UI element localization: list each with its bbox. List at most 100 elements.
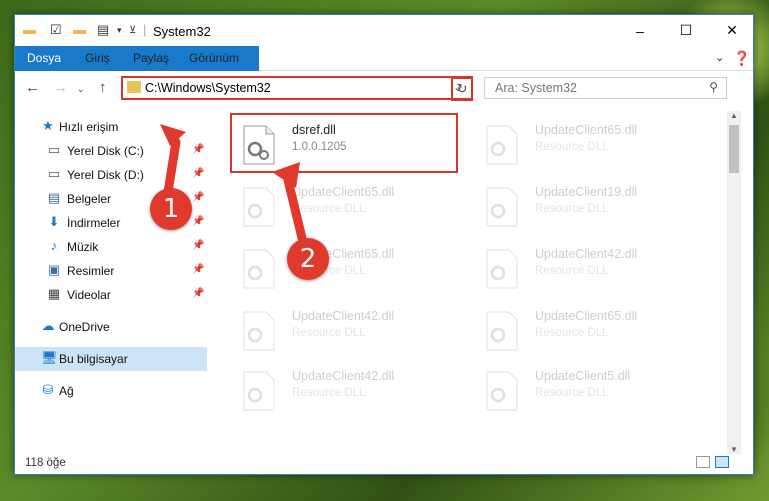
file-list: dsref.dll 1.0.0.1205 UpdateClient65.dll … [220,111,725,446]
title-separator: | [143,22,147,37]
sidebar-item-label: Resimler [67,264,115,278]
item-count: 118 öğe [25,457,66,469]
status-bar: 118 öğe [15,452,753,474]
sidebar-item-label: Belgeler [67,192,112,206]
music-icon: ♪ [50,238,58,253]
file-desc: Resource DLL [535,141,609,153]
sidebar-item-pictures[interactable]: ▣ Resimler 📌 [15,259,207,283]
search-input[interactable]: Ara: System32 ⚲ [484,77,727,99]
new-folder-icon[interactable]: ▬ [73,22,86,37]
sidebar-item-label: Bu bilgisayar [59,352,128,366]
pin-icon[interactable]: 📌 [192,288,204,299]
file-item[interactable]: UpdateClient42.dll Resource DLL [232,303,452,359]
pin-icon[interactable]: 📌 [192,192,204,203]
dll-file-icon [486,125,518,165]
large-icons-view-icon[interactable] [715,456,729,468]
step-badge-2: 2 [287,238,329,280]
highlight-box [230,113,458,173]
sidebar-item-label: Videolar [67,288,111,302]
search-icon[interactable]: ⚲ [709,80,718,94]
sidebar-item-disk-c[interactable]: ▭ Yerel Disk (C:) 📌 [15,139,207,163]
dll-file-icon [243,249,275,289]
refresh-icon[interactable]: ↻ [451,77,473,101]
pin-icon[interactable]: 📌 [192,240,204,251]
details-view-icon[interactable] [696,456,710,468]
address-path[interactable]: C:\Windows\System32 [145,81,271,95]
file-name: UpdateClient42.dll [292,309,395,323]
up-arrow-icon[interactable]: ↑ [99,79,107,96]
ribbon: Dosya Giriş Paylaş Görünüm ⌄ ❓ [15,46,756,102]
sidebar-item-this-pc[interactable]: 🖥 Bu bilgisayar [15,347,207,371]
file-item[interactable]: UpdateClient42.dll Resource DLL [475,241,695,297]
file-item[interactable]: UpdateClient42.dll Resource DLL [232,363,452,419]
dll-file-icon [486,187,518,227]
dll-file-icon [486,311,518,351]
close-button[interactable]: ✕ [709,15,755,46]
vertical-scrollbar[interactable]: ▲ ▼ [727,111,741,454]
step-badge-1: 1 [150,188,192,230]
dll-file-icon [486,249,518,289]
cloud-icon: ☁ [41,318,55,333]
navigation-bar: ← → ⌄ ↑ C:\Windows\System32 ⌄ ↻ Ara: Sys… [15,71,753,107]
dll-file-icon [243,311,275,351]
address-bar[interactable]: C:\Windows\System32 ⌄ [121,76,473,100]
pin-icon[interactable]: 📌 [192,168,204,179]
file-name: UpdateClient42.dll [535,247,638,261]
sidebar-item-label: Yerel Disk (D:) [67,168,144,182]
file-desc: Resource DLL [535,387,609,399]
computer-icon: 🖥 [41,350,58,365]
sidebar-item-onedrive[interactable]: ☁ OneDrive [15,315,207,339]
tab-home[interactable]: Giriş [79,46,116,70]
file-item[interactable]: UpdateClient19.dll Resource DLL [475,179,695,235]
navigation-pane: ★ Hızlı erişim ▭ Yerel Disk (C:) 📌 ▭ Yer… [15,111,207,446]
properties-icon[interactable]: ☑ [50,22,62,38]
back-arrow-icon[interactable]: ← [25,79,40,96]
file-item[interactable]: UpdateClient65.dll Resource DLL [232,241,452,297]
sidebar-item-disk-d[interactable]: ▭ Yerel Disk (D:) 📌 [15,163,207,187]
dll-file-icon [243,371,275,411]
sidebar-item-music[interactable]: ♪ Müzik 📌 [15,235,207,259]
tab-share[interactable]: Paylaş [127,46,175,70]
file-item[interactable]: UpdateClient5.dll Resource DLL [475,363,695,419]
file-desc: Resource DLL [292,387,366,399]
folder-icon [127,81,141,93]
recent-locations-icon[interactable]: ⌄ [77,84,85,95]
file-item[interactable]: UpdateClient65.dll Resource DLL [475,117,695,173]
pin-icon[interactable]: 📌 [192,144,204,155]
star-icon: ★ [42,118,54,133]
tab-view[interactable]: Görünüm [183,46,245,70]
video-icon: ▦ [47,286,61,301]
scroll-up-icon[interactable]: ▲ [730,111,738,120]
pin-icon[interactable]: 📌 [192,216,204,227]
pin-icon[interactable]: 📌 [192,264,204,275]
file-item[interactable]: UpdateClient65.dll Resource DLL [232,179,452,235]
help-icon[interactable]: ❓ [727,46,756,70]
file-name: UpdateClient65.dll [292,185,395,199]
scroll-thumb[interactable] [729,125,739,173]
sidebar-item-label: OneDrive [59,320,110,334]
file-name: UpdateClient65.dll [535,309,638,323]
folder-icon: ▬ [23,22,36,37]
dll-file-icon [486,371,518,411]
file-name: UpdateClient42.dll [292,369,395,383]
customize-toolbar-icon[interactable]: ⊻ [129,25,136,36]
chevron-down-icon[interactable]: ▾ [117,25,122,36]
window-title: System32 [153,24,211,39]
file-desc: Resource DLL [292,203,366,215]
sidebar-item-label: Yerel Disk (C:) [67,144,144,158]
minimize-button[interactable]: – [617,15,663,46]
file-desc: Resource DLL [535,265,609,277]
sidebar-item-label: İndirmeler [67,216,121,230]
forward-arrow-icon[interactable]: → [53,79,68,96]
explorer-window: ▬ ☑ ▬ ▤ ▾ ⊻ | System32 – ☐ ✕ Dosya Giriş… [14,14,754,475]
drive-icon: ▭ [47,142,61,157]
sidebar-item-quick-access[interactable]: ★ Hızlı erişim [15,115,207,139]
sidebar-item-network[interactable]: ⛁ Ağ [15,379,207,403]
sidebar-item-videos[interactable]: ▦ Videolar 📌 [15,283,207,307]
documents-icon: ▤ [47,190,61,205]
quick-access-toolbar-icon[interactable]: ▤ [97,22,109,38]
maximize-button[interactable]: ☐ [663,15,709,46]
file-item[interactable]: UpdateClient65.dll Resource DLL [475,303,695,359]
drive-icon: ▭ [47,166,61,181]
file-desc: Resource DLL [535,203,609,215]
